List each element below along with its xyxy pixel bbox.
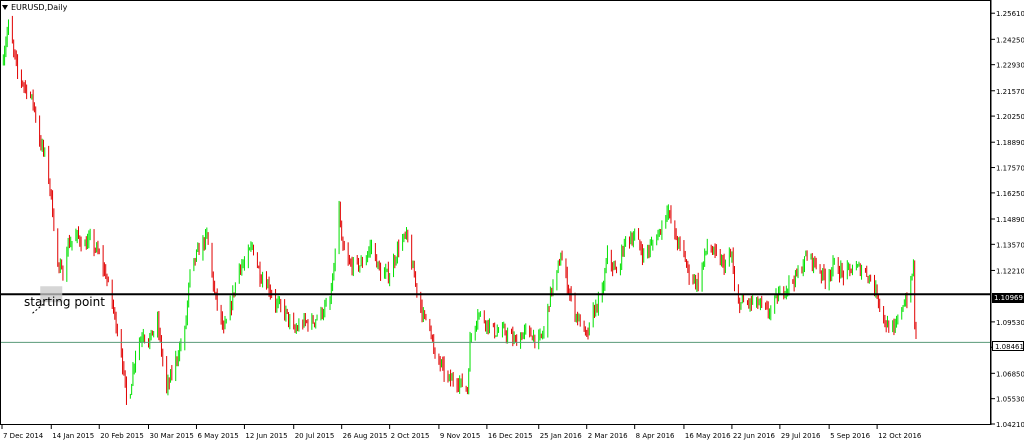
x-tick-label: 20 Jul 2015 <box>295 432 335 440</box>
plot-background <box>0 0 1024 443</box>
x-tick-label: 2 Oct 2015 <box>391 432 430 440</box>
y-tick-label: 1.18890 <box>996 139 1024 147</box>
y-tick-label: 1.12210 <box>996 267 1024 275</box>
y-tick-label: 1.05530 <box>996 396 1024 404</box>
x-tick-label: 20 Feb 2015 <box>100 432 144 440</box>
starting-point-annotation: starting point <box>24 295 105 309</box>
symbol-label: EURUSD,Daily <box>11 2 68 12</box>
x-tick-label: 26 Aug 2015 <box>343 432 388 440</box>
x-tick-label: 12 Oct 2016 <box>878 432 922 440</box>
current-price-label: 1.08461 <box>992 341 1024 351</box>
x-tick-label: 9 Nov 2015 <box>440 432 480 440</box>
x-tick-label: 6 May 2015 <box>197 432 238 440</box>
horizontal-line-price-label: 1.10969 <box>992 293 1024 303</box>
chart-title[interactable]: EURUSD,Daily <box>2 1 67 13</box>
y-tick-label: 1.24250 <box>996 36 1024 44</box>
x-tick-label: 2 Mar 2016 <box>588 432 628 440</box>
y-tick-label: 1.14890 <box>996 216 1024 224</box>
y-tick-label: 1.13570 <box>996 241 1024 249</box>
x-tick-label: 12 Jun 2015 <box>245 432 287 440</box>
y-tick-label: 1.16250 <box>996 190 1024 198</box>
price-chart[interactable]: 1.25610 1.24250 1.22930 1.21570 1.20250 1.188… <box>0 0 1024 443</box>
y-tick-label: 1.09530 <box>996 319 1024 327</box>
y-tick-label: 1.25610 <box>996 10 1024 18</box>
y-tick-label: 1.20250 <box>996 113 1024 121</box>
dropdown-triangle-icon[interactable] <box>2 4 8 10</box>
y-tick-label: 1.17570 <box>996 165 1024 173</box>
x-tick-label: 16 May 2016 <box>685 432 731 440</box>
x-tick-label: 29 Jul 2016 <box>781 432 821 440</box>
x-tick-label: 8 Apr 2016 <box>636 432 675 440</box>
y-tick-label: 1.21570 <box>996 88 1024 96</box>
y-tick-label: 1.22930 <box>996 62 1024 70</box>
x-tick-label: 5 Sep 2016 <box>830 432 870 440</box>
x-tick-label: 22 Jun 2016 <box>733 432 776 440</box>
x-tick-label: 7 Dec 2014 <box>3 432 44 440</box>
x-tick-label: 25 Jan 2016 <box>540 432 583 440</box>
y-tick-label: 1.06850 <box>996 370 1024 378</box>
x-tick-label: 14 Jan 2015 <box>52 432 94 440</box>
x-tick-label: 30 Mar 2015 <box>149 432 193 440</box>
y-tick-label: 1.04210 <box>996 421 1024 429</box>
x-tick-label: 16 Dec 2015 <box>488 432 533 440</box>
